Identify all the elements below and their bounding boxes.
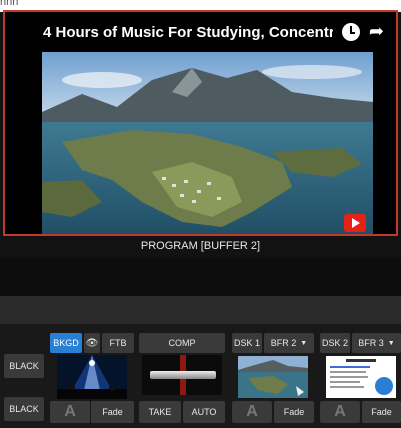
program-monitor: 4 Hours of Music For Studying, Concentra…: [3, 10, 398, 236]
dsk2-buffer-value: BFR 3: [358, 338, 384, 348]
me-a-label: A: [64, 403, 76, 420]
chevron-down-icon: ▼: [387, 339, 395, 347]
share-icon[interactable]: ➦: [369, 21, 384, 42]
dsk2-a-label: A: [334, 403, 346, 420]
dsk2-preview-thumbnail[interactable]: [326, 356, 396, 398]
bkgd-preview-thumbnail[interactable]: [57, 355, 127, 399]
video-frame[interactable]: [42, 52, 373, 234]
dsk2-button[interactable]: DSK 2: [320, 333, 350, 353]
black-button-top[interactable]: BLACK: [4, 354, 44, 378]
dsk1-a-label: A: [246, 403, 258, 420]
tbar-handle[interactable]: [150, 371, 216, 379]
strip-text: nnn: [0, 0, 19, 8]
dsk2-buffer-select[interactable]: BFR 3 ▼: [352, 333, 401, 353]
tbar-well: [142, 355, 222, 395]
dsk1-button[interactable]: DSK 1: [232, 333, 262, 353]
dsk1-a-button[interactable]: A: [232, 401, 272, 423]
spacer: [0, 258, 401, 296]
switcher-header-bar: [0, 296, 401, 324]
concert-thumbnail-image: [57, 355, 127, 399]
ftb-button[interactable]: FTB: [102, 333, 134, 353]
dsk1-buffer-select[interactable]: BFR 2 ▼: [264, 333, 314, 353]
comp-button[interactable]: COMP: [139, 333, 225, 353]
chevron-down-icon: ▼: [300, 339, 308, 347]
youtube-logo-icon[interactable]: [344, 214, 366, 232]
video-title[interactable]: 4 Hours of Music For Studying, Concentra…: [43, 24, 333, 41]
auto-button[interactable]: AUTO: [183, 401, 225, 423]
black-button-bottom[interactable]: BLACK: [4, 397, 44, 421]
me-a-button[interactable]: A: [50, 401, 90, 423]
eye-icon[interactable]: 👁: [84, 333, 100, 353]
dsk2-webpage-image: [326, 356, 396, 398]
take-button[interactable]: TAKE: [139, 401, 181, 423]
watch-later-icon[interactable]: [342, 23, 360, 41]
dsk1-landscape-image: [238, 356, 308, 398]
dsk2-a-button[interactable]: A: [320, 401, 360, 423]
dsk1-preview-thumbnail[interactable]: [238, 356, 308, 398]
dsk1-fade-button[interactable]: Fade: [274, 401, 314, 423]
program-label: PROGRAM [BUFFER 2]: [140, 240, 261, 252]
bkgd-button[interactable]: BKGD: [50, 333, 82, 353]
landscape-image: [42, 52, 373, 234]
dsk1-buffer-value: BFR 2: [270, 338, 297, 348]
ftb-label: FTB: [109, 338, 127, 348]
dsk2-fade-button[interactable]: Fade: [362, 401, 401, 423]
me-fade-button[interactable]: Fade: [91, 401, 134, 423]
